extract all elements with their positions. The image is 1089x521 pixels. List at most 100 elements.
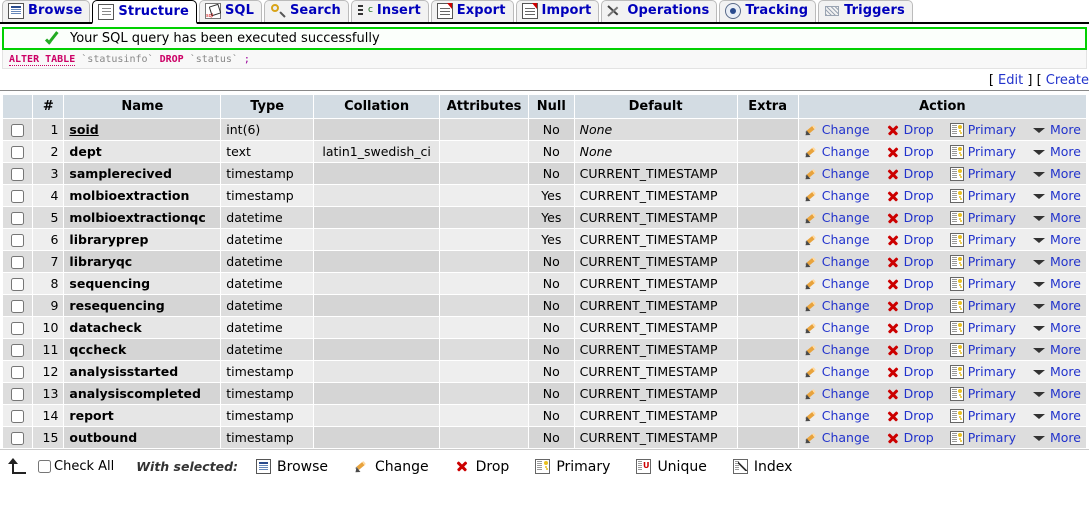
row-select-cell[interactable] [1,426,34,449]
bulk-unique-button[interactable]: Unique [636,459,707,475]
row-select-cell[interactable] [1,404,34,427]
set-primary-key-link[interactable]: Primary [949,144,1016,159]
change-column-link[interactable]: Change [804,254,870,269]
table-row[interactable]: 5 molbioextractionqc datetime Yes CURRENT_T… [1,206,1088,229]
table-row[interactable]: 2 dept text latin1_swedish_ci No None Change… [1,140,1088,163]
set-primary-key-link[interactable]: Primary [949,188,1016,203]
tab-import[interactable]: Import [515,0,600,22]
table-row[interactable]: 9 resequencing datetime No CURRENT_TIMESTAM… [1,294,1088,317]
row-checkbox[interactable] [11,124,25,137]
change-column-link[interactable]: Change [804,298,870,313]
more-actions-link[interactable]: More [1032,430,1081,445]
drop-column-link[interactable]: Drop [886,188,934,203]
set-primary-key-link[interactable]: Primary [949,166,1016,181]
drop-column-link[interactable]: Drop [886,232,934,247]
more-actions-link[interactable]: More [1032,144,1081,159]
check-all-control[interactable]: Check All [38,459,114,474]
drop-column-link[interactable]: Drop [886,320,934,335]
row-checkbox[interactable] [11,234,25,247]
drop-column-link[interactable]: Drop [886,386,934,401]
row-checkbox[interactable] [11,344,25,357]
tab-triggers[interactable]: Triggers [818,0,913,22]
row-checkbox[interactable] [11,278,25,291]
row-checkbox[interactable] [11,388,25,401]
row-checkbox[interactable] [11,146,25,159]
set-primary-key-link[interactable]: Primary [949,254,1016,269]
row-select-cell[interactable] [1,360,34,383]
row-select-cell[interactable] [1,206,34,229]
drop-column-link[interactable]: Drop [886,298,934,313]
set-primary-key-link[interactable]: Primary [949,276,1016,291]
more-actions-link[interactable]: More [1032,298,1081,313]
more-actions-link[interactable]: More [1032,364,1081,379]
edit-query-link[interactable]: Edit [998,73,1023,88]
change-column-link[interactable]: Change [804,188,870,203]
drop-column-link[interactable]: Drop [886,210,934,225]
drop-column-link[interactable]: Drop [886,342,934,357]
more-actions-link[interactable]: More [1032,320,1081,335]
change-column-link[interactable]: Change [804,430,870,445]
more-actions-link[interactable]: More [1032,254,1081,269]
row-select-cell[interactable] [1,316,34,339]
set-primary-key-link[interactable]: Primary [949,430,1016,445]
more-actions-link[interactable]: More [1032,188,1081,203]
set-primary-key-link[interactable]: Primary [949,232,1016,247]
more-actions-link[interactable]: More [1032,232,1081,247]
more-actions-link[interactable]: More [1032,122,1081,137]
set-primary-key-link[interactable]: Primary [949,320,1016,335]
change-column-link[interactable]: Change [804,364,870,379]
tab-search[interactable]: Search [263,0,349,22]
change-column-link[interactable]: Change [804,386,870,401]
table-row[interactable]: 14 report timestamp No CURRENT_TIMESTAMP Ch… [1,404,1088,427]
table-row[interactable]: 8 sequencing datetime No CURRENT_TIMESTAMP … [1,272,1088,295]
tab-browse[interactable]: Browse [2,0,91,22]
tab-tracking[interactable]: Tracking [719,0,817,22]
bulk-primary-button[interactable]: Primary [535,459,610,475]
row-select-cell[interactable] [1,184,34,207]
change-column-link[interactable]: Change [804,320,870,335]
row-select-cell[interactable] [1,272,34,295]
drop-column-link[interactable]: Drop [886,254,934,269]
drop-column-link[interactable]: Drop [886,408,934,423]
tab-sql[interactable]: SQL [198,0,262,22]
row-checkbox[interactable] [11,366,25,379]
tab-export[interactable]: Export [430,0,514,22]
row-select-cell[interactable] [1,382,34,405]
change-column-link[interactable]: Change [804,232,870,247]
drop-column-link[interactable]: Drop [886,276,934,291]
bulk-browse-button[interactable]: Browse [256,459,328,475]
set-primary-key-link[interactable]: Primary [949,298,1016,313]
row-select-cell[interactable] [1,338,34,361]
more-actions-link[interactable]: More [1032,408,1081,423]
table-row[interactable]: 3 samplerecived timestamp No CURRENT_TIMEST… [1,162,1088,185]
bulk-drop-button[interactable]: Drop [455,459,510,475]
change-column-link[interactable]: Change [804,122,870,137]
table-row[interactable]: 7 libraryqc datetime No CURRENT_TIMESTAMP C… [1,250,1088,273]
row-checkbox[interactable] [11,322,25,335]
table-row[interactable]: 11 qccheck datetime No CURRENT_TIMESTAMP Ch… [1,338,1088,361]
change-column-link[interactable]: Change [804,210,870,225]
row-checkbox[interactable] [11,190,25,203]
more-actions-link[interactable]: More [1032,342,1081,357]
row-checkbox[interactable] [11,300,25,313]
more-actions-link[interactable]: More [1032,210,1081,225]
check-all-checkbox[interactable] [38,460,51,473]
tab-structure[interactable]: Structure [92,0,197,24]
set-primary-key-link[interactable]: Primary [949,122,1016,137]
row-checkbox[interactable] [11,410,25,423]
more-actions-link[interactable]: More [1032,276,1081,291]
more-actions-link[interactable]: More [1032,166,1081,181]
drop-column-link[interactable]: Drop [886,430,934,445]
bulk-change-button[interactable]: Change [354,459,429,475]
create-php-code-link[interactable]: Create [1046,73,1089,88]
set-primary-key-link[interactable]: Primary [949,210,1016,225]
row-select-cell[interactable] [1,228,34,251]
set-primary-key-link[interactable]: Primary [949,386,1016,401]
row-select-cell[interactable] [1,118,34,141]
row-select-cell[interactable] [1,250,34,273]
table-row[interactable]: 13 analysiscompleted timestamp No CURRENT_T… [1,382,1088,405]
row-checkbox[interactable] [11,256,25,269]
table-row[interactable]: 10 datacheck datetime No CURRENT_TIMESTAMP … [1,316,1088,339]
table-row[interactable]: 1 soid int(6) No None Change Drop Primary More [1,118,1088,141]
row-select-cell[interactable] [1,294,34,317]
